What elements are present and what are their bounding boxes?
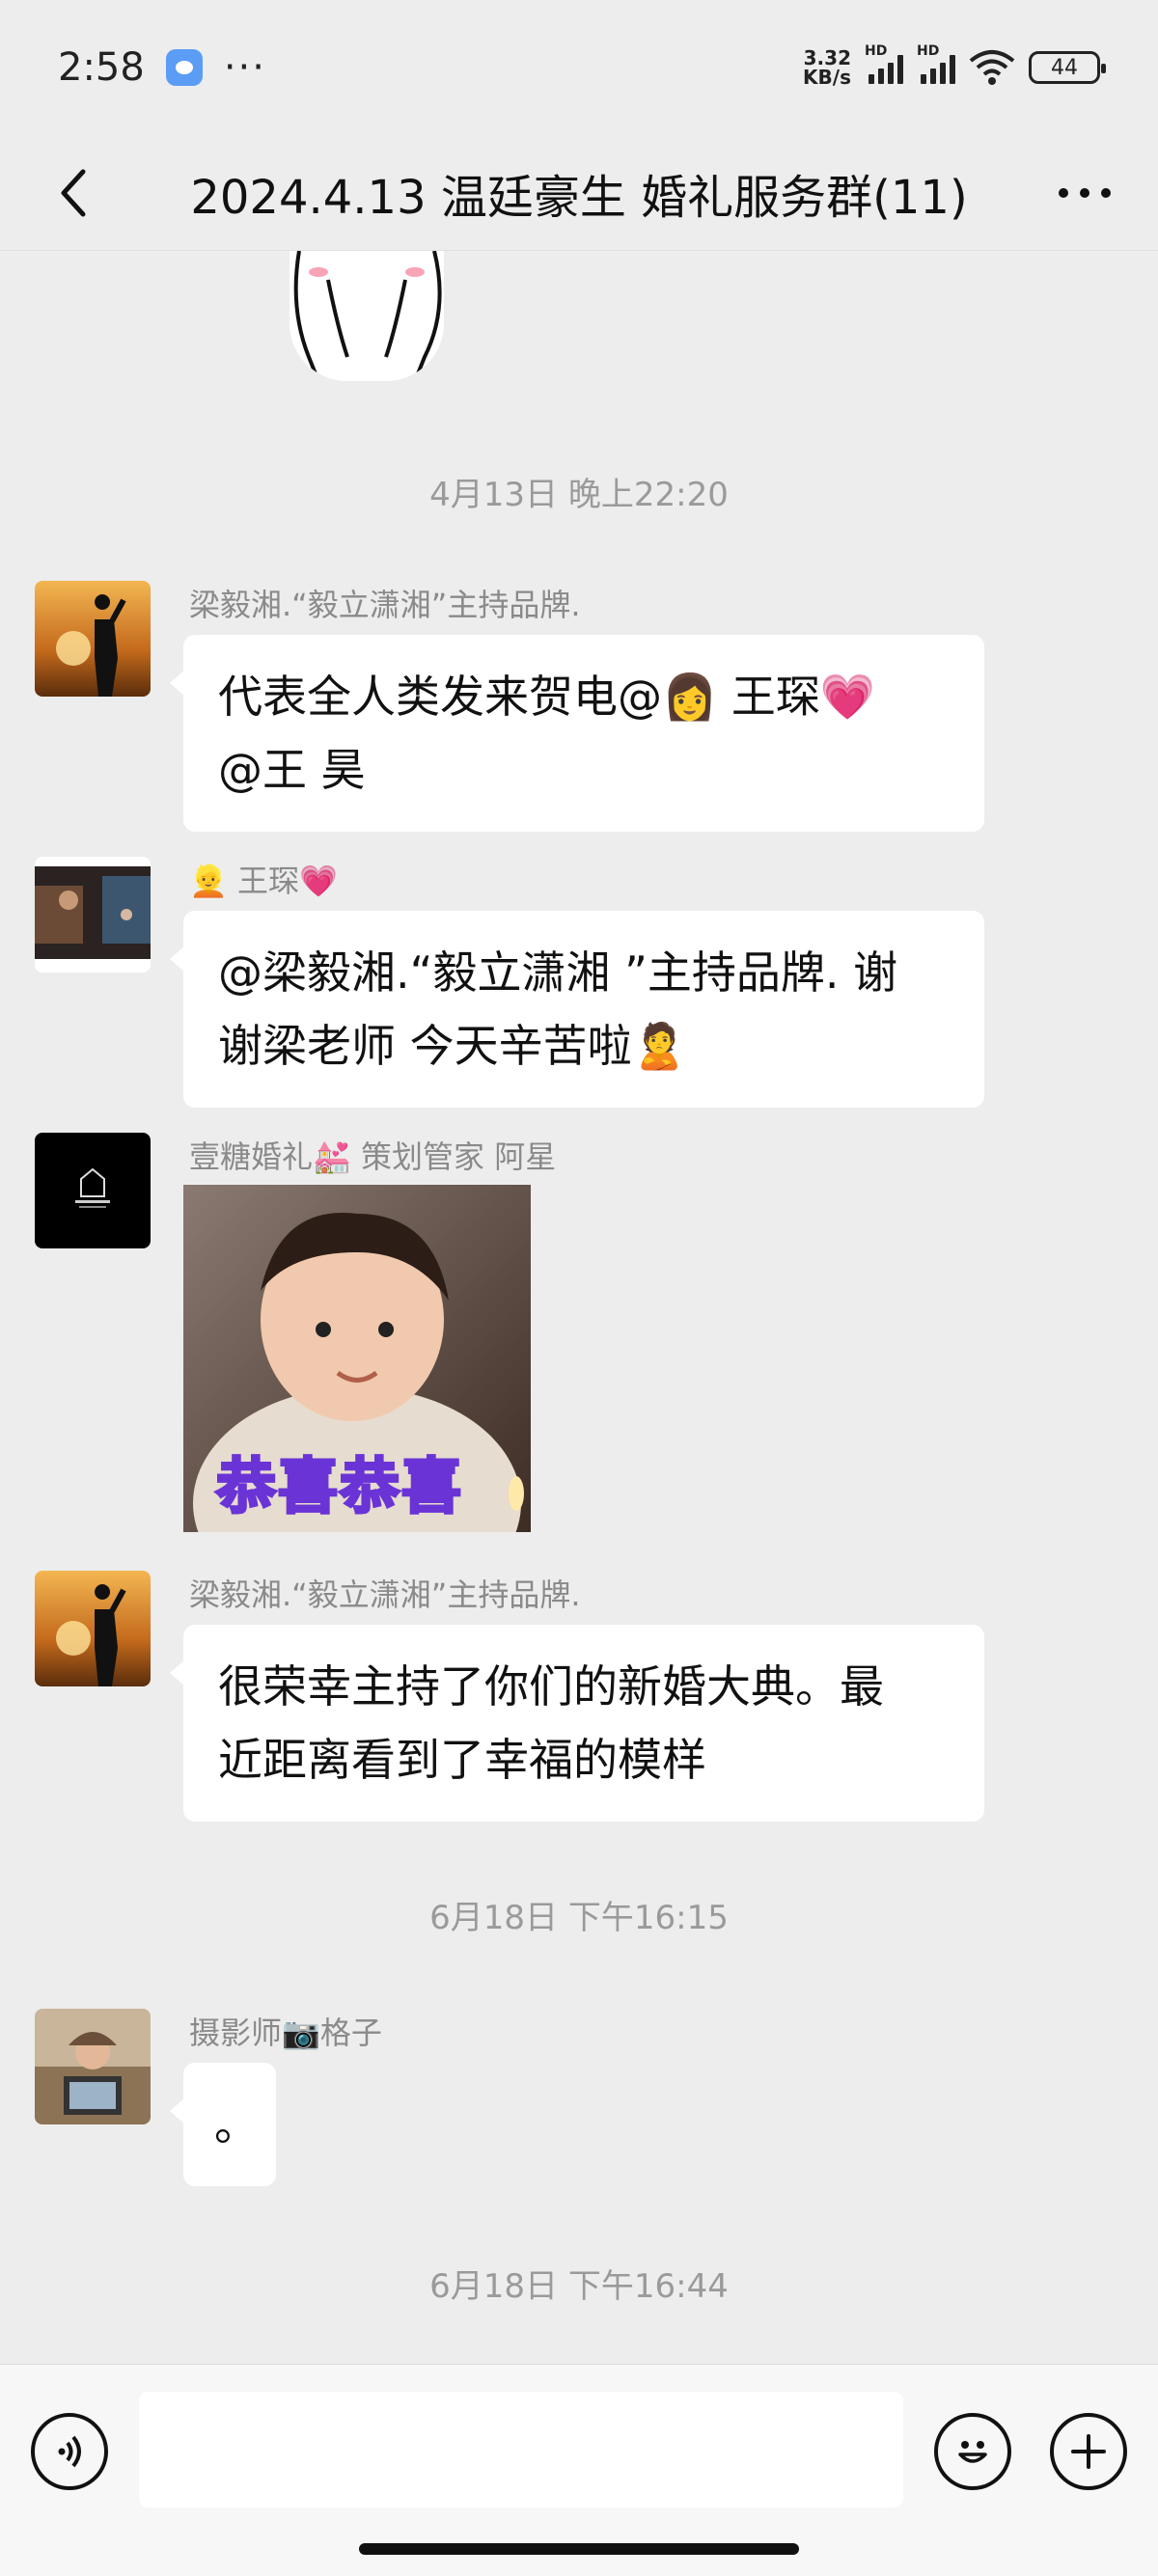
battery-icon: 44 xyxy=(1029,51,1106,84)
message-item: 👱 王琛💗 @梁毅湘.“毅立潇湘 ”主持品牌. 谢 谢梁老师 今天辛苦啦🙎 xyxy=(35,857,1096,1108)
plus-icon xyxy=(1071,2434,1106,2469)
message-text: 谢梁老师 今天辛苦啦🙎 xyxy=(218,1020,687,1072)
chat-area[interactable]: 4月13日 晚上22:20 梁毅湘.“毅立潇湘”主持品牌. 代表全人类发来贺电@… xyxy=(0,251,1158,2364)
more-dots-icon xyxy=(1059,188,1111,198)
voice-button[interactable] xyxy=(31,2413,108,2490)
sticker-character-icon xyxy=(290,251,444,381)
battery-level: 44 xyxy=(1051,55,1078,80)
message-bubble[interactable]: 。 xyxy=(170,2063,276,2186)
chat-header: 2024.4.13 温廷豪生 婚礼服务群(11) xyxy=(0,135,1158,251)
avatar[interactable] xyxy=(35,581,151,697)
message-bubble[interactable]: @梁毅湘.“毅立潇湘 ”主持品牌. 谢 谢梁老师 今天辛苦啦🙎 xyxy=(170,911,984,1108)
chat-title: 2024.4.13 温廷豪生 婚礼服务群(11) xyxy=(190,170,968,225)
home-indicator[interactable] xyxy=(359,2543,799,2555)
signal-icon: HD xyxy=(865,43,903,84)
message-item: 梁毅湘.“毅立潇湘”主持品牌. 代表全人类发来贺电@👩 王琛💗 @王 昊 xyxy=(35,581,1096,832)
timestamp: 4月13日 晚上22:20 xyxy=(429,476,729,514)
net-speed-unit: KB/s xyxy=(803,66,851,89)
avatar[interactable] xyxy=(35,857,151,973)
message-text: 近距离看到了幸福的模样 xyxy=(218,1734,706,1786)
status-time: 2:58 xyxy=(58,45,145,90)
sender-name: 摄影师📷格子 xyxy=(189,2014,382,2051)
message-text: @梁毅湘.“毅立潇湘 ”主持品牌. 谢 xyxy=(218,946,898,999)
avatar[interactable] xyxy=(35,2009,151,2124)
message-bubble[interactable]: 很荣幸主持了你们的新婚大典。最 近距离看到了幸福的模样 xyxy=(170,1625,984,1822)
image-message[interactable]: 恭喜恭喜 xyxy=(183,1185,531,1532)
message-bubble[interactable]: 代表全人类发来贺电@👩 王琛💗 @王 昊 xyxy=(170,635,984,832)
more-button[interactable] xyxy=(1054,162,1116,224)
avatar[interactable] xyxy=(35,1571,151,1686)
message-text: 代表全人类发来贺电@👩 王琛💗 xyxy=(218,671,876,723)
emoji-button[interactable] xyxy=(934,2413,1011,2490)
sticker-image[interactable] xyxy=(290,251,444,381)
net-speed: 3.32 KB/s xyxy=(803,48,851,87)
message-text: 很荣幸主持了你们的新婚大典。最 xyxy=(218,1660,884,1713)
sender-name: 壹糖婚礼💒 策划管家 阿星 xyxy=(189,1138,557,1175)
sender-name: 梁毅湘.“毅立潇湘”主持品牌. xyxy=(189,587,581,623)
image-caption: 恭喜恭喜 xyxy=(214,1450,464,1523)
plus-button[interactable] xyxy=(1050,2413,1127,2490)
chevron-left-icon xyxy=(61,169,86,217)
net-speed-value: 3.32 xyxy=(803,46,851,69)
hd-label: HD xyxy=(917,43,940,59)
message-text: 。 xyxy=(214,2098,259,2151)
back-button[interactable] xyxy=(42,162,104,224)
voice-icon xyxy=(58,2435,81,2468)
emoji-icon xyxy=(958,2441,987,2463)
message-item: 摄影师📷格子 。 xyxy=(35,2009,1096,2202)
message-item: 梁毅湘.“毅立潇湘”主持品牌. 很荣幸主持了你们的新婚大典。最 近距离看到了幸福… xyxy=(35,1571,1096,1822)
message-input[interactable] xyxy=(139,2392,903,2507)
hd-label: HD xyxy=(865,43,888,59)
signal-icon: HD xyxy=(917,43,955,84)
avatar[interactable] xyxy=(35,1133,151,1248)
app-badge-icon xyxy=(165,49,203,86)
sender-name: 👱 王琛💗 xyxy=(189,863,338,899)
status-bar: 2:58 ··· 3.32 KB/s HD HD 44 xyxy=(0,0,1158,135)
timestamp: 6月18日 下午16:44 xyxy=(429,2267,729,2306)
message-text: @王 昊 xyxy=(218,744,366,796)
sender-name: 梁毅湘.“毅立潇湘”主持品牌. xyxy=(189,1576,581,1613)
message-item: 壹糖婚礼💒 策划管家 阿星 恭喜恭喜 xyxy=(35,1133,1096,1557)
timestamp: 6月18日 下午16:15 xyxy=(429,1899,729,1937)
status-more-dots: ··· xyxy=(223,45,266,90)
wifi-icon xyxy=(969,50,1015,85)
